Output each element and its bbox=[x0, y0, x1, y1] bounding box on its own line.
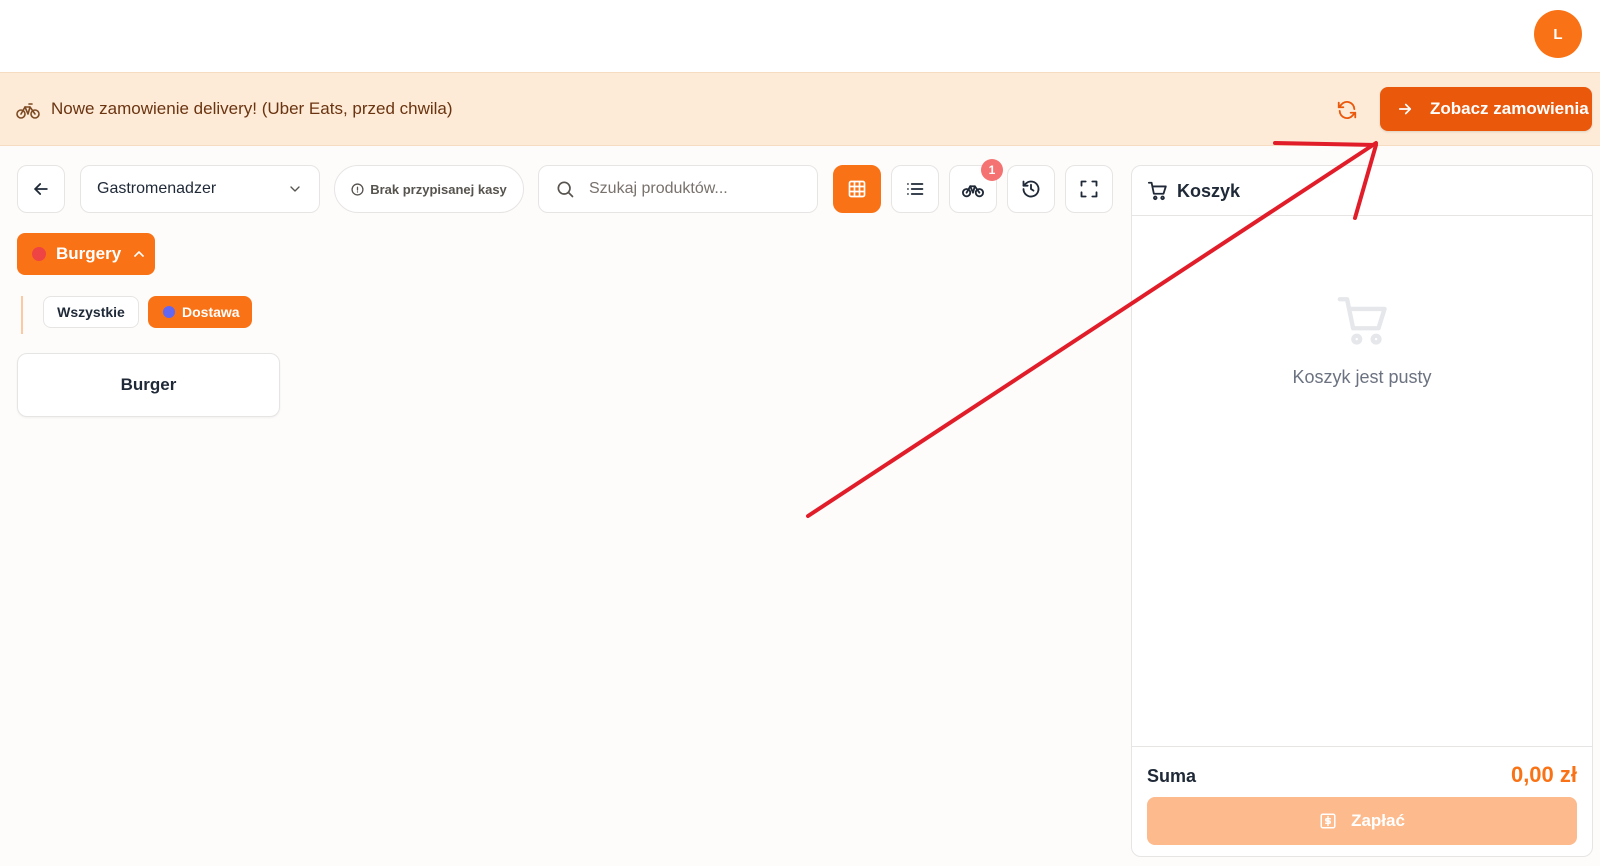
product-card[interactable]: Burger bbox=[17, 353, 280, 417]
pay-button[interactable]: Zapłać bbox=[1147, 797, 1577, 845]
back-button[interactable] bbox=[17, 165, 65, 213]
new-order-banner: Nowe zamowienie delivery! (Uber Eats, pr… bbox=[0, 72, 1600, 146]
view-orders-button[interactable]: Zobacz zamowienia bbox=[1380, 87, 1592, 131]
sum-value: 0,00 zł bbox=[1510, 762, 1577, 787]
cart-header: Koszyk bbox=[1132, 166, 1592, 216]
payment-icon bbox=[1320, 813, 1336, 829]
location-select[interactable]: Gastromenadzer bbox=[80, 165, 320, 213]
location-select-value: Gastromenadzer bbox=[97, 180, 217, 197]
cart-panel: Koszyk Koszyk jest pusty Suma 0,00 zł Za… bbox=[1131, 165, 1593, 857]
pay-label: Zapłać bbox=[1351, 811, 1405, 830]
category-label: Burgery bbox=[56, 244, 122, 263]
register-status-pill[interactable]: Brak przypisanej kasy bbox=[334, 165, 524, 213]
chevron-up-icon bbox=[134, 251, 144, 257]
bicycle-icon bbox=[16, 103, 40, 119]
history-button[interactable] bbox=[1007, 165, 1055, 213]
fullscreen-button[interactable] bbox=[1065, 165, 1113, 213]
empty-cart-icon bbox=[1337, 297, 1387, 345]
history-icon bbox=[1022, 180, 1040, 198]
avatar-initial: L bbox=[1553, 25, 1563, 43]
list-icon bbox=[907, 183, 924, 195]
subcategory-indent-line bbox=[21, 296, 23, 334]
cart-empty-message: Koszyk jest pusty bbox=[1292, 367, 1432, 387]
category-burgery[interactable]: Burgery bbox=[17, 233, 155, 275]
grid-view-button[interactable] bbox=[833, 165, 881, 213]
product-search[interactable] bbox=[538, 165, 818, 213]
arrow-left-icon bbox=[34, 183, 48, 195]
chevron-down-icon bbox=[290, 186, 300, 192]
list-view-button[interactable] bbox=[891, 165, 939, 213]
subcategory-wszystkie[interactable]: Wszystkie bbox=[43, 296, 139, 328]
delivery-count-badge: 1 bbox=[981, 159, 1003, 181]
refresh-icon[interactable] bbox=[1336, 99, 1358, 121]
subcategory-label: Dostawa bbox=[182, 304, 240, 320]
cart-title: Koszyk bbox=[1177, 181, 1241, 201]
info-icon bbox=[351, 182, 364, 196]
view-orders-label: Zobacz zamowienia bbox=[1430, 99, 1589, 118]
sum-label: Suma bbox=[1147, 766, 1197, 786]
subcategory-dostawa[interactable]: Dostawa bbox=[148, 296, 252, 328]
arrow-right-icon bbox=[1398, 103, 1412, 115]
category-color-dot bbox=[32, 247, 46, 261]
search-icon bbox=[557, 181, 574, 198]
subcategory-label: Wszystkie bbox=[57, 304, 125, 320]
top-bar: L bbox=[0, 0, 1600, 72]
search-input[interactable] bbox=[589, 180, 809, 198]
bicycle-icon bbox=[962, 185, 984, 198]
banner-message: Nowe zamowienie delivery! (Uber Eats, pr… bbox=[51, 99, 453, 118]
cart-footer: Suma 0,00 zł Zapłać bbox=[1132, 746, 1592, 856]
product-name: Burger bbox=[120, 375, 177, 394]
register-status-label: Brak przypisanej kasy bbox=[370, 181, 507, 197]
grid-icon bbox=[848, 180, 866, 198]
user-avatar[interactable]: L bbox=[1534, 10, 1582, 58]
cart-icon bbox=[1147, 181, 1167, 201]
subcategory-color-dot bbox=[163, 306, 175, 318]
fullscreen-icon bbox=[1080, 180, 1098, 198]
